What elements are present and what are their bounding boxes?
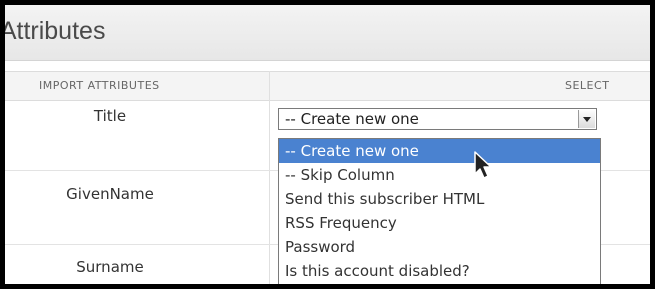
panel-header: rt Attributes [5,5,650,61]
option-send-html[interactable]: Send this subscriber HTML [279,187,600,211]
mouse-cursor-icon [474,151,492,179]
option-skip-column[interactable]: -- Skip Column [279,163,600,187]
row-label-givenname: GivenName [66,185,154,203]
column-header-select: SELECT [565,79,610,92]
select-dropdown: -- Create new one -- Skip Column Send th… [278,138,601,284]
option-account-disabled[interactable]: Is this account disabled? [279,259,600,283]
page-title: rt Attributes [5,17,106,45]
chevron-down-icon[interactable] [578,110,595,128]
table-header: IMPORT ATTRIBUTES SELECT [5,71,650,101]
import-attributes-panel: rt Attributes IMPORT ATTRIBUTES SELECT T… [5,5,650,284]
select-value: -- Create new one [285,110,419,128]
option-password[interactable]: Password [279,235,600,259]
option-rss-frequency[interactable]: RSS Frequency [279,211,600,235]
option-create-new[interactable]: -- Create new one [279,139,600,163]
column-header-import-attributes: IMPORT ATTRIBUTES [39,79,160,92]
attribute-select[interactable]: -- Create new one [278,108,597,130]
row-label-title: Title [93,107,127,125]
row-label-surname: Surname [76,258,144,276]
column-divider [269,71,270,284]
